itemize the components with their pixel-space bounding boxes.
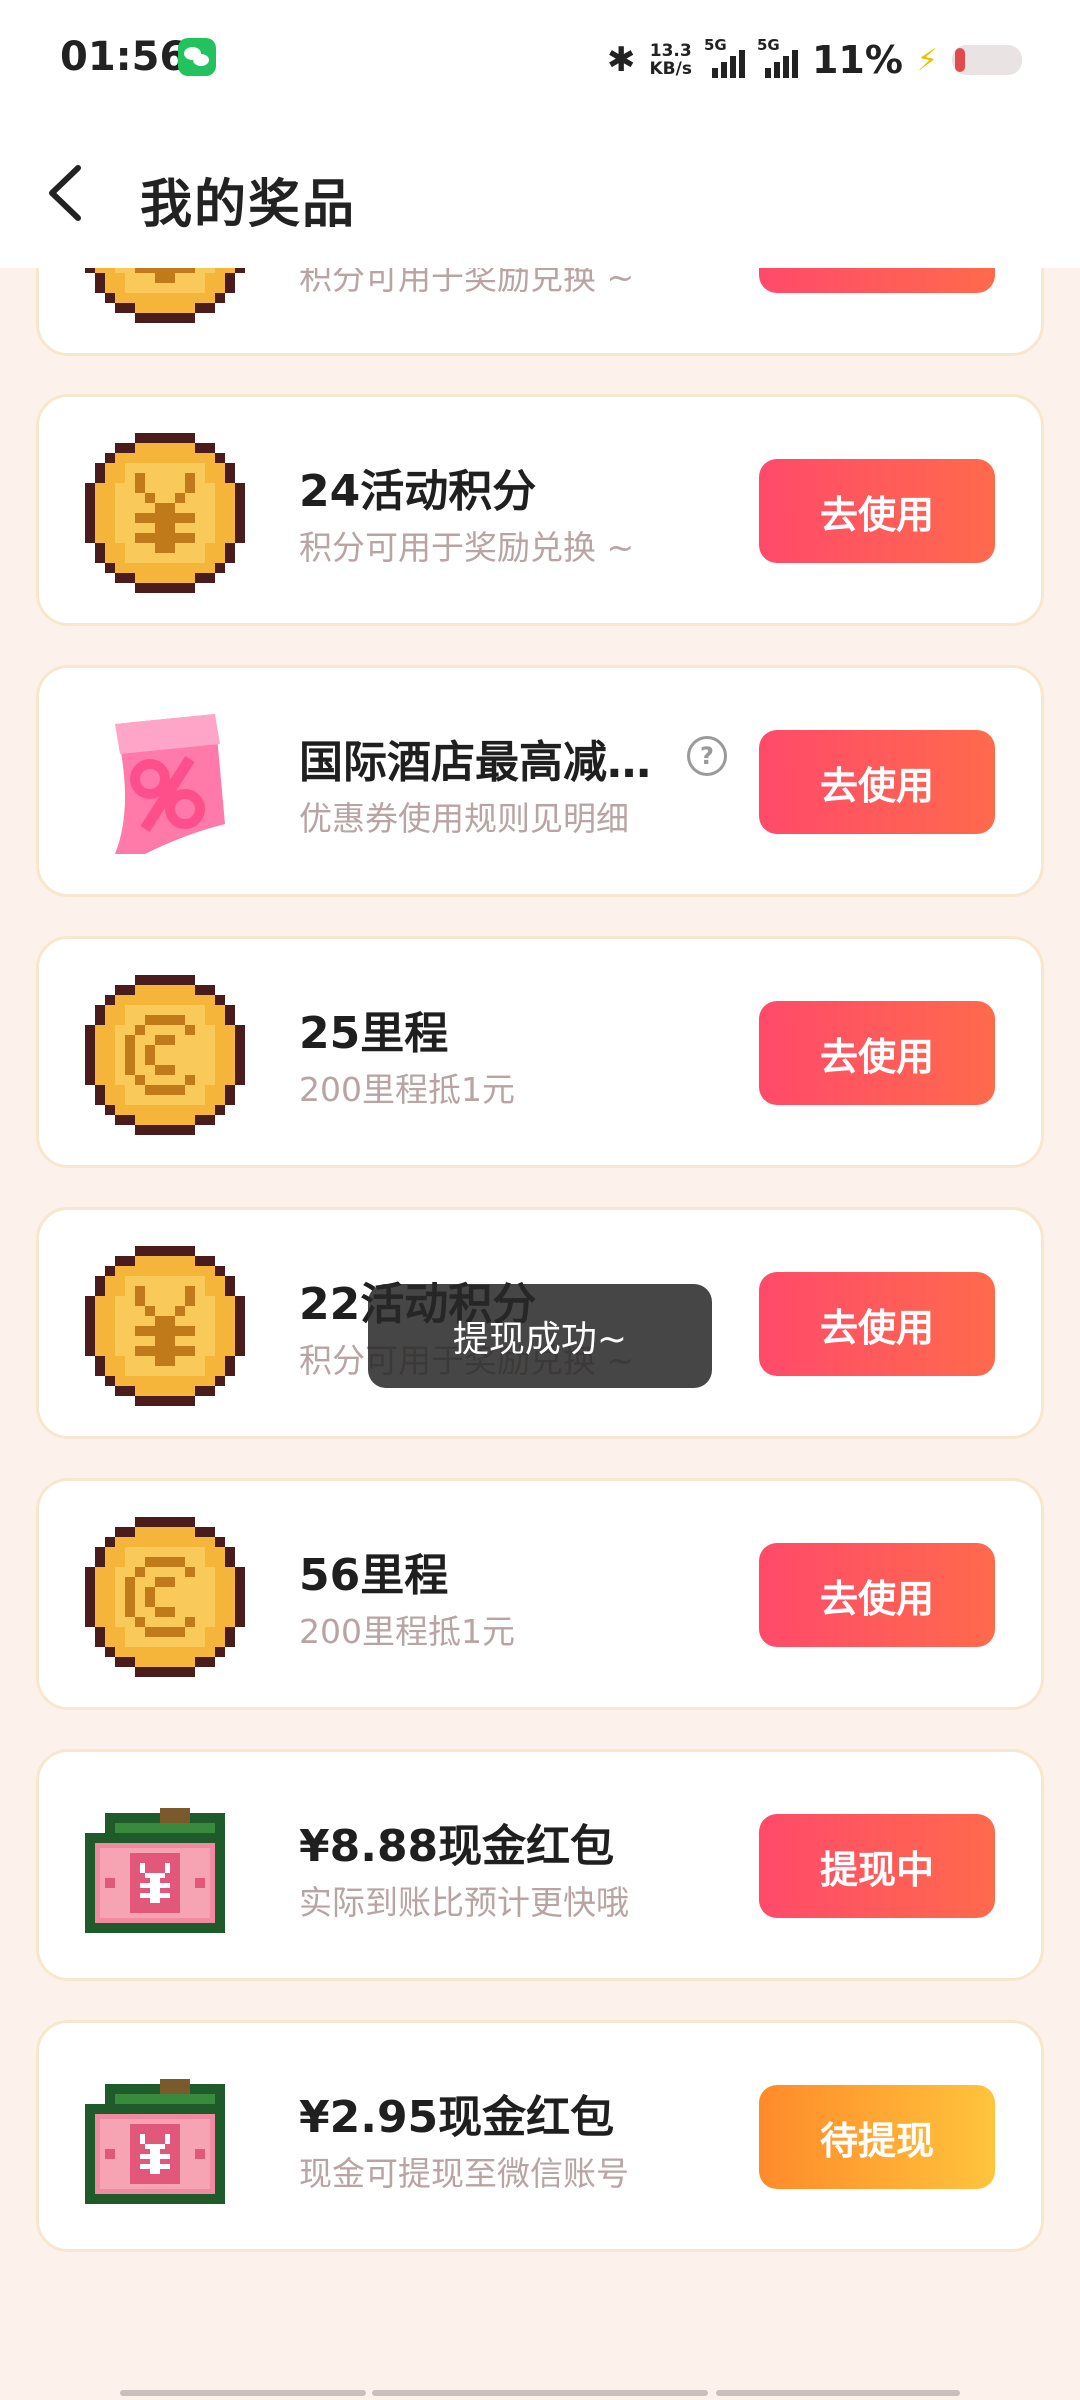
- prize-name: ¥2.95现金红包: [299, 2092, 615, 2143]
- prize-card: ¥8.88现金红包 实际到账比预计更快哦 提现中: [36, 1749, 1044, 1981]
- signal-icon: 5G: [757, 36, 798, 78]
- prize-desc: 实际到账比预计更快哦: [299, 1883, 629, 1922]
- charging-icon: ⚡: [916, 42, 938, 78]
- prize-desc: 200里程抵1元: [299, 1612, 515, 1651]
- prize-card: ¥2.95现金红包 现金可提现至微信账号 待提现: [36, 2020, 1044, 2252]
- signal-icon: 5G: [704, 36, 745, 78]
- scroll-indicator: [716, 2390, 960, 2396]
- scroll-indicator: [120, 2390, 366, 2396]
- prize-card: 24活动积分 积分可用于奖励兑换 ~ 去使用: [36, 394, 1044, 626]
- cash-bills-icon: [85, 1788, 245, 1948]
- prize-desc: 现金可提现至微信账号: [299, 2154, 629, 2193]
- use-button[interactable]: 去使用: [759, 1001, 995, 1105]
- withdraw-button[interactable]: 待提现: [759, 2085, 995, 2189]
- clock: 01:56: [60, 34, 188, 80]
- status-icons: ✱ 13.3 KB/s 5G 5G 11% ⚡: [607, 30, 1022, 90]
- prize-desc: 积分可用于奖励兑换 ~: [299, 528, 635, 567]
- wechat-notification-icon: [178, 38, 216, 76]
- use-button[interactable]: 去使用: [759, 459, 995, 563]
- prize-name: 56里程: [299, 1550, 449, 1601]
- coin-c-icon: [85, 975, 245, 1135]
- chevron-left-icon: [49, 165, 81, 221]
- scroll-indicator: [372, 2390, 708, 2396]
- status-bar: 01:56 ✱ 13.3 KB/s 5G 5G 11% ⚡: [0, 0, 1080, 118]
- help-icon[interactable]: ?: [687, 736, 727, 776]
- prize-name: 24活动积分: [299, 466, 537, 517]
- coin-yen-icon: [85, 433, 245, 593]
- withdrawing-button[interactable]: 提现中: [759, 1814, 995, 1918]
- use-button[interactable]: 去使用: [759, 1543, 995, 1647]
- prize-card: 56里程 200里程抵1元 去使用: [36, 1478, 1044, 1710]
- page-header: 我的奖品: [0, 118, 1080, 268]
- prize-desc: 200里程抵1元: [299, 1070, 515, 1109]
- prize-card: 25里程 200里程抵1元 去使用: [36, 936, 1044, 1168]
- toast-message: 提现成功~: [368, 1284, 712, 1388]
- coin-yen-icon: [85, 1246, 245, 1406]
- cash-bills-icon: [85, 2059, 245, 2219]
- use-button[interactable]: 去使用: [759, 730, 995, 834]
- prize-name: ¥8.88现金红包: [299, 1821, 615, 1872]
- battery-percent: 11%: [811, 38, 903, 82]
- prize-name: 国际酒店最高减…: [299, 737, 651, 788]
- prize-desc: 优惠券使用规则见明细: [299, 799, 629, 838]
- prize-card: 国际酒店最高减… ? 优惠券使用规则见明细 去使用: [36, 665, 1044, 897]
- coin-c-icon: [85, 1517, 245, 1677]
- coupon-ticket-icon: [85, 704, 245, 864]
- page-title: 我的奖品: [140, 175, 357, 235]
- prize-name: 25里程: [299, 1008, 449, 1059]
- back-button[interactable]: [40, 158, 100, 228]
- bluetooth-icon: ✱: [606, 40, 636, 80]
- prize-list: 积分可用于奖励兑换 ~ 24活动积分 积分可用于奖励兑换 ~ 去使用 国际酒店最…: [0, 0, 1080, 2400]
- use-button[interactable]: 去使用: [759, 1272, 995, 1376]
- network-speed: 13.3 KB/s: [649, 41, 692, 79]
- battery-icon: [952, 45, 1022, 75]
